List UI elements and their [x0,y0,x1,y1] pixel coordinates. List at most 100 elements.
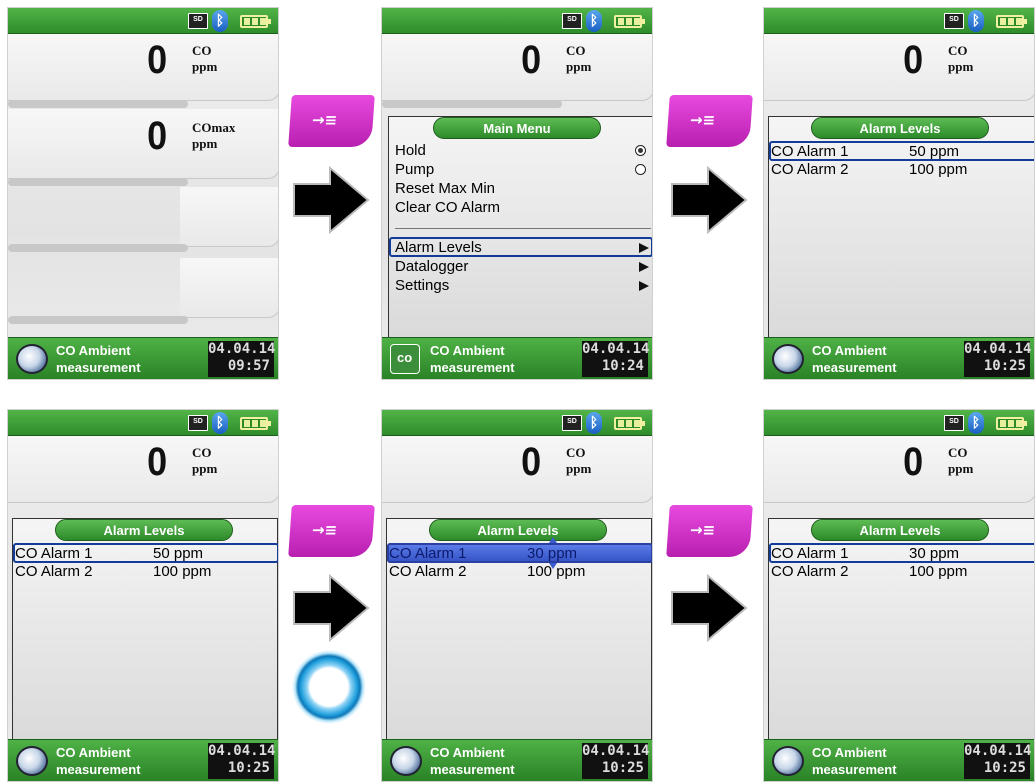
alarm-2-value[interactable]: 100 ppm [909,160,967,179]
right-arrow-icon [293,165,370,235]
empty-card [180,258,278,318]
alarm-1-value[interactable]: 50 ppm [153,544,203,563]
panel-title: Alarm Levels [55,519,233,541]
menu-item-datalogger[interactable]: Datalogger [395,257,468,276]
device-logo-icon [16,746,48,776]
alarm-1-label[interactable]: CO Alarm 1 [15,544,93,563]
mode-label: CO Ambient measurement [812,343,897,375]
menu-key-icon[interactable]: →≡ [666,505,753,557]
alarm-1-label[interactable]: CO Alarm 1 [771,544,849,563]
sd-card-icon: SD [562,13,582,29]
menu-item-hold[interactable]: Hold [395,141,426,160]
menu-separator [395,228,651,229]
alarm-1-value[interactable]: 30 ppm [909,544,959,563]
mode-label: CO Ambient measurement [812,745,897,777]
date-time: 04.04.14 10:25 [964,743,1031,779]
reading-card-co [8,436,278,503]
alarm-1-value[interactable]: 30 ppm [527,544,577,563]
pump-radio[interactable] [635,164,646,175]
mode-label: CO Ambient measurement [430,343,515,375]
alarm-2-label[interactable]: CO Alarm 2 [389,562,467,581]
battery-icon [996,15,1027,28]
reading-value: 0 [147,38,168,82]
reading-value: 0 [521,38,542,82]
reading-value: 0 [147,114,168,158]
menu-item-reset-max-min[interactable]: Reset Max Min [395,179,495,198]
card-divider [8,316,188,324]
mode-label: CO Ambient measurement [56,343,141,375]
right-arrow-icon [671,573,748,643]
status-bottom-bar: CO Ambient measurement 04.04.14 10:25 [764,337,1034,379]
gas-label: CO ppm [948,43,974,74]
device-logo-icon [16,344,48,374]
gas-label: CO ppm [948,445,974,476]
status-bottom-bar: CO Ambient measurement 04.04.14 10:25 [382,739,652,781]
menu-item-settings[interactable]: Settings [395,276,449,295]
bluetooth-icon: ᛒ [968,412,984,434]
screen-4: SD ᛒ 0 CO ppm Alarm Levels CO Alarm 1 50 … [7,409,279,782]
alarm-2-label[interactable]: CO Alarm 2 [771,160,849,179]
sd-card-icon: SD [944,415,964,431]
status-bottom-bar: CO Ambient measurement 04.04.14 10:25 [8,739,278,781]
submenu-arrow-icon [639,262,649,272]
card-divider [8,178,188,186]
menu-key-icon[interactable]: →≡ [288,95,375,147]
menu-item-alarm-levels[interactable]: Alarm Levels [395,238,482,257]
alarm-1-label[interactable]: CO Alarm 1 [389,544,467,563]
reading-value: 0 [903,440,924,484]
panel-title: Alarm Levels [811,519,989,541]
alarm-2-label[interactable]: CO Alarm 2 [771,562,849,581]
bluetooth-icon: ᛒ [586,10,602,32]
empty-card [180,187,278,247]
reading-value: 0 [147,440,168,484]
device-logo-icon [390,746,422,776]
alarm-1-label[interactable]: CO Alarm 1 [771,142,849,161]
status-bottom-bar: CO Ambient measurement 04.04.14 10:25 [764,739,1034,781]
menu-key-icon[interactable]: →≡ [666,95,753,147]
menu-key-icon[interactable]: →≡ [288,505,375,557]
date-time: 04.04.14 10:25 [582,743,649,779]
alarm-1-value[interactable]: 50 ppm [909,142,959,161]
screen-6: SD ᛒ 0 CO ppm Alarm Levels CO Alarm 1 30 … [763,409,1035,782]
alarm-levels-panel: Alarm Levels CO Alarm 1 30 ppm CO Alarm … [768,518,1034,740]
alarm-2-value[interactable]: 100 ppm [527,562,585,581]
hold-radio[interactable] [635,145,646,156]
battery-icon [240,15,271,28]
reading-card-comax [8,109,278,179]
right-arrow-icon [671,165,748,235]
bluetooth-icon: ᛒ [968,10,984,32]
ring-button-icon[interactable] [292,650,366,724]
sd-card-icon: SD [562,415,582,431]
battery-icon [240,417,271,430]
date-time: 04.04.14 10:25 [964,341,1031,377]
bluetooth-icon: ᛒ [586,412,602,434]
gas-label: COmax ppm [192,120,236,151]
right-arrow-icon [293,573,370,643]
alarm-2-value[interactable]: 100 ppm [909,562,967,581]
submenu-arrow-icon [639,281,649,291]
screen-5: SD ᛒ 0 CO ppm Alarm Levels CO Alarm 1 30 … [381,409,653,782]
menu-item-pump[interactable]: Pump [395,160,434,179]
date-time: 04.04.14 09:57 [208,341,275,377]
panel-title: Alarm Levels [811,117,989,139]
alarm-levels-panel: Alarm Levels CO Alarm 1 50 ppm CO Alarm … [768,116,1034,338]
card-divider [8,244,188,252]
battery-icon [996,417,1027,430]
increment-arrow-icon[interactable] [549,537,557,543]
reading-value: 0 [903,38,924,82]
mode-label: CO Ambient measurement [430,745,515,777]
alarm-2-label[interactable]: CO Alarm 2 [15,562,93,581]
menu-item-clear-co-alarm[interactable]: Clear CO Alarm [395,198,500,217]
gas-label: CO ppm [566,43,592,74]
alarm-2-value[interactable]: 100 ppm [153,562,211,581]
status-bottom-bar: co CO Ambient measurement 04.04.14 10:24 [382,337,652,379]
reading-card-co [764,34,1034,101]
sd-card-icon: SD [944,13,964,29]
reading-card-co [8,34,278,101]
main-menu-panel: Main Menu Hold Pump Reset Max Min Clear … [388,116,652,338]
alarm-levels-panel: Alarm Levels CO Alarm 1 30 ppm CO Alarm … [386,518,652,740]
sd-card-icon: SD [188,13,208,29]
battery-icon [614,417,645,430]
status-top-bar: SD ᛒ [764,8,1034,34]
panel-title: Alarm Levels [429,519,607,541]
